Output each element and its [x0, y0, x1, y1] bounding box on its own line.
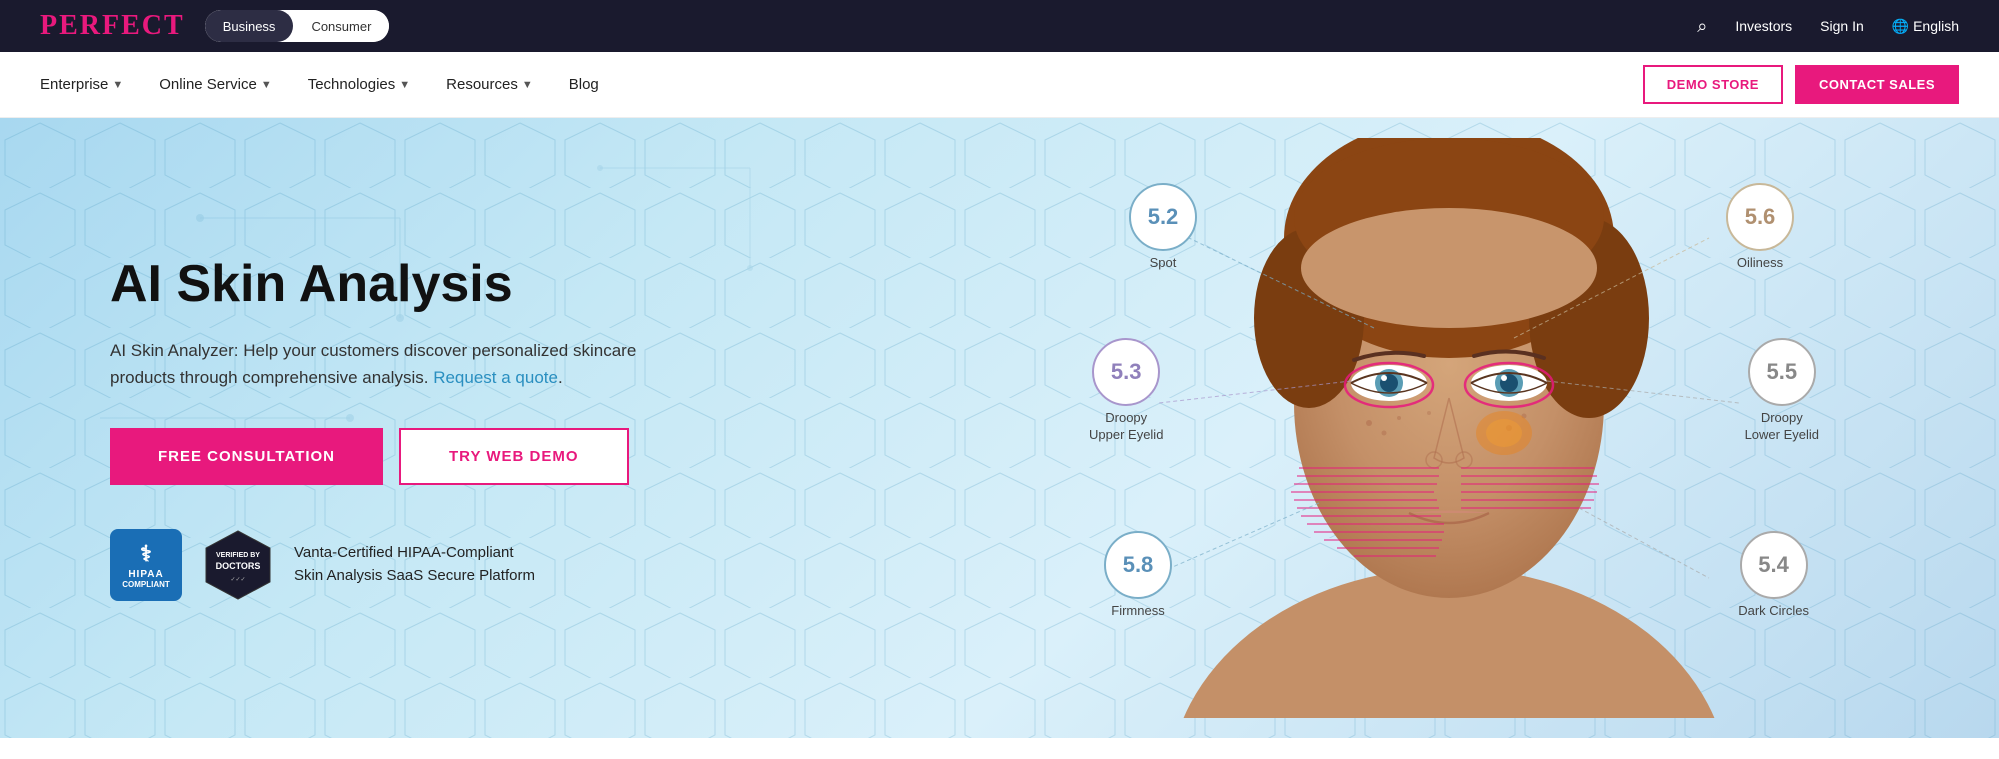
language-selector[interactable]: 🌐 English: [1892, 18, 1959, 35]
firmness-value: 5.8: [1104, 531, 1172, 599]
hipaa-badge: ⚕ HIPAA COMPLIANT: [110, 529, 182, 601]
svg-text:DOCTORS: DOCTORS: [216, 561, 261, 571]
droopy-lower-score: 5.5 DroopyLower Eyelid: [1745, 338, 1819, 444]
logo: PERFECT: [40, 10, 185, 42]
firmness-label: Firmness: [1111, 603, 1164, 618]
oiliness-score: 5.6 Oiliness: [1726, 183, 1794, 270]
dark-circles-score: 5.4 Dark Circles: [1738, 531, 1809, 618]
dark-circles-value: 5.4: [1740, 531, 1808, 599]
nav-blog[interactable]: Blog: [569, 76, 599, 93]
chevron-down-icon: ▼: [522, 79, 533, 91]
caduceus-icon: ⚕: [140, 541, 152, 567]
request-quote-link[interactable]: Request a quote: [433, 368, 558, 387]
hero-buttons: FREE CONSULTATION TRY WEB DEMO: [110, 428, 690, 485]
firmness-score: 5.8 Firmness: [1104, 531, 1172, 618]
nav-bar: Enterprise ▼ Online Service ▼ Technologi…: [0, 52, 1999, 118]
top-bar: PERFECT Business Consumer ⌕ Investors Si…: [0, 0, 1999, 52]
dark-circles-label: Dark Circles: [1738, 603, 1809, 618]
spot-score: 5.2 Spot: [1129, 183, 1197, 270]
face-with-scores: 5.2 Spot 5.6 Oiliness 5.3 DroopyUpper Ey…: [1049, 138, 1849, 718]
svg-text:VERIFIED BY: VERIFIED BY: [216, 552, 260, 559]
nav-online-service[interactable]: Online Service ▼: [159, 76, 271, 93]
droopy-lower-value: 5.5: [1748, 338, 1816, 406]
droopy-upper-label: DroopyUpper Eyelid: [1089, 410, 1163, 444]
badge-description: Vanta-Certified HIPAA-Compliant Skin Ana…: [294, 542, 535, 587]
oiliness-value: 5.6: [1726, 183, 1794, 251]
globe-icon: 🌐: [1892, 18, 1909, 34]
demo-store-button[interactable]: DEMO STORE: [1643, 65, 1783, 104]
doctors-badge: VERIFIED BY DOCTORS ✓✓✓: [202, 529, 274, 601]
top-bar-left: PERFECT Business Consumer: [40, 10, 389, 42]
badges-section: ⚕ HIPAA COMPLIANT VERIFIED BY DOCTORS ✓✓…: [110, 529, 690, 601]
audience-toggle: Business Consumer: [205, 10, 390, 42]
hero-description: AI Skin Analyzer: Help your customers di…: [110, 337, 690, 391]
investors-link[interactable]: Investors: [1735, 18, 1792, 34]
hero-content: AI Skin Analysis AI Skin Analyzer: Help …: [0, 255, 690, 600]
chevron-down-icon: ▼: [399, 79, 410, 91]
signin-link[interactable]: Sign In: [1820, 18, 1864, 34]
hero-title: AI Skin Analysis: [110, 255, 690, 315]
chevron-down-icon: ▼: [112, 79, 123, 91]
spot-value: 5.2: [1129, 183, 1197, 251]
contact-sales-button[interactable]: CONTACT SALES: [1795, 65, 1959, 104]
droopy-upper-value: 5.3: [1092, 338, 1160, 406]
droopy-lower-label: DroopyLower Eyelid: [1745, 410, 1819, 444]
try-web-demo-button[interactable]: TRY WEB DEMO: [399, 428, 629, 485]
oiliness-label: Oiliness: [1737, 255, 1783, 270]
search-icon[interactable]: ⌕: [1697, 16, 1707, 37]
nav-enterprise[interactable]: Enterprise ▼: [40, 76, 123, 93]
droopy-upper-score: 5.3 DroopyUpper Eyelid: [1089, 338, 1163, 444]
consumer-toggle[interactable]: Consumer: [293, 10, 389, 42]
nav-resources[interactable]: Resources ▼: [446, 76, 533, 93]
spot-label: Spot: [1150, 255, 1177, 270]
hero-section: AI Skin Analysis AI Skin Analyzer: Help …: [0, 118, 1999, 738]
nav-left: Enterprise ▼ Online Service ▼ Technologi…: [40, 76, 599, 93]
nav-right: DEMO STORE CONTACT SALES: [1643, 65, 1959, 104]
face-analysis-area: 5.2 Spot 5.6 Oiliness 5.3 DroopyUpper Ey…: [899, 118, 1999, 738]
free-consultation-button[interactable]: FREE CONSULTATION: [110, 428, 383, 485]
business-toggle[interactable]: Business: [205, 10, 294, 42]
svg-text:✓✓✓: ✓✓✓: [230, 577, 245, 583]
nav-technologies[interactable]: Technologies ▼: [308, 76, 410, 93]
chevron-down-icon: ▼: [261, 79, 272, 91]
top-bar-right: ⌕ Investors Sign In 🌐 English: [1697, 16, 1959, 37]
